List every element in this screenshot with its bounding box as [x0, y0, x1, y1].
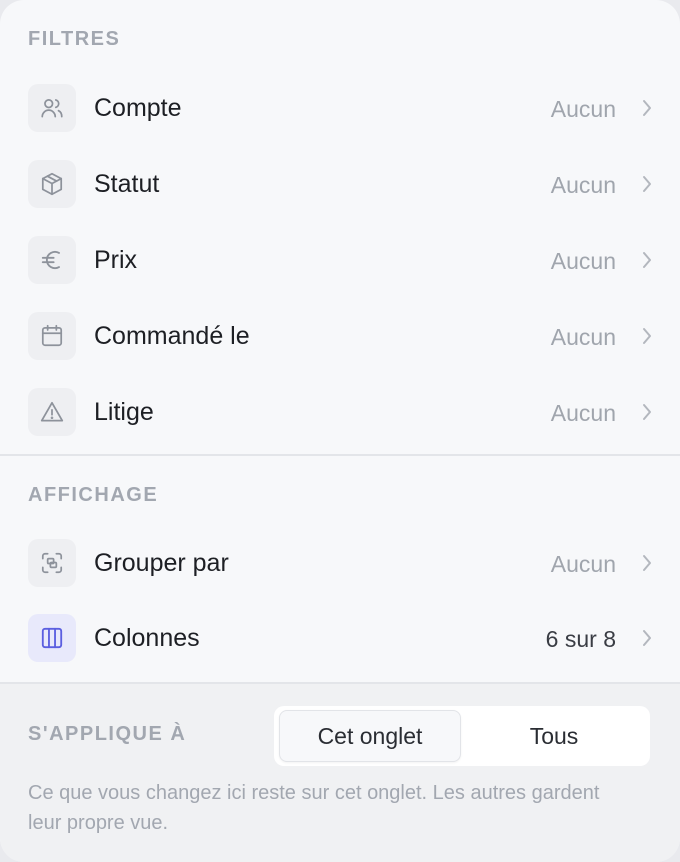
scope-title: S'APPLIQUE À [28, 723, 187, 745]
scope-option-all[interactable]: Tous [461, 710, 647, 762]
chevron-right-icon [640, 249, 654, 271]
scope-note: Ce que vous changez ici reste sur cet on… [28, 782, 600, 834]
filter-label: Litige [94, 398, 154, 426]
group-icon [28, 539, 76, 587]
calendar-icon [28, 312, 76, 360]
chevron-right-icon [640, 325, 654, 347]
display-label: Grouper par [94, 549, 229, 577]
users-icon [28, 84, 76, 132]
chevron-right-icon [640, 97, 654, 119]
filter-row-dispute[interactable]: Litige Aucun [0, 380, 680, 444]
scope-segmented-control: Cet onglet Tous [274, 706, 650, 766]
display-row-group-by[interactable]: Grouper par Aucun [0, 531, 680, 595]
chevron-right-icon [640, 627, 654, 649]
filter-value: Aucun [550, 324, 616, 350]
scope-footer: S'APPLIQUE À Cet onglet Tous Ce que vous… [0, 682, 680, 862]
chevron-right-icon [640, 401, 654, 423]
filters-section-title: FILTRES [28, 28, 121, 50]
display-section-title: AFFICHAGE [28, 484, 159, 506]
filter-label: Compte [94, 94, 182, 122]
filter-row-price[interactable]: Prix Aucun [0, 228, 680, 292]
filter-row-account[interactable]: Compte Aucun [0, 76, 680, 140]
scope-option-this-tab[interactable]: Cet onglet [279, 710, 461, 762]
section-divider [0, 454, 680, 456]
filter-label: Statut [94, 170, 160, 198]
filter-value: Aucun [550, 96, 616, 122]
warning-icon [28, 388, 76, 436]
box-icon [28, 160, 76, 208]
columns-icon [28, 614, 76, 662]
display-label: Colonnes [94, 624, 200, 652]
display-value: 6 sur 8 [545, 626, 616, 652]
filter-row-ordered-on[interactable]: Commandé le Aucun [0, 304, 680, 368]
display-row-columns[interactable]: Colonnes 6 sur 8 [0, 606, 680, 670]
filter-row-status[interactable]: Statut Aucun [0, 152, 680, 216]
filter-panel: FILTRES Compte Aucun Statut Aucun Prix A… [0, 0, 680, 862]
filter-value: Aucun [550, 248, 616, 274]
filter-label: Commandé le [94, 322, 250, 350]
filter-value: Aucun [550, 172, 616, 198]
display-value: Aucun [550, 551, 616, 577]
chevron-right-icon [640, 173, 654, 195]
chevron-right-icon [640, 552, 654, 574]
filter-label: Prix [94, 246, 138, 274]
filter-value: Aucun [550, 400, 616, 426]
euro-icon [28, 236, 76, 284]
